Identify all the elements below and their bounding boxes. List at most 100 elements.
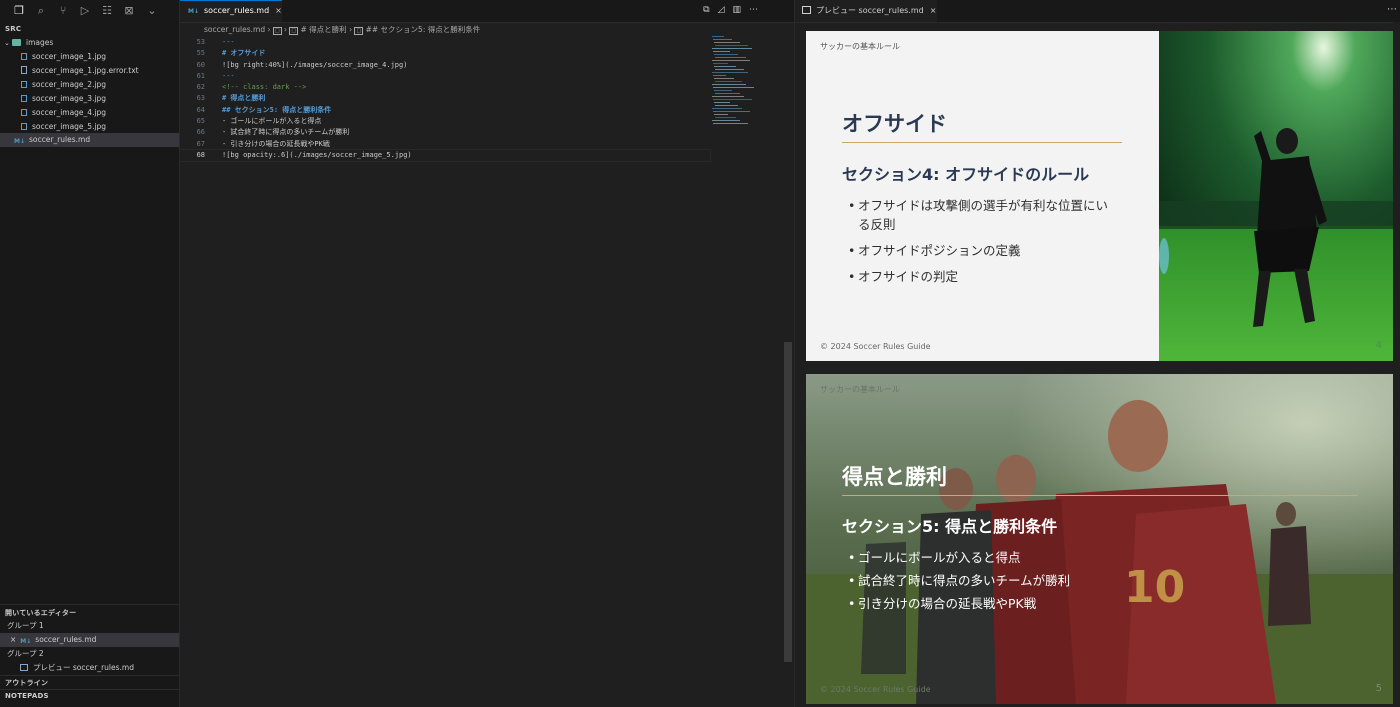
minimap-line [715, 69, 744, 70]
file-item[interactable]: soccer_image_5.jpg [0, 120, 179, 134]
slide-5[interactable]: 10 サッカーの基本ルール 得点と勝利 セクション5: 得点と勝利条件 ゴールに… [806, 374, 1394, 704]
preview-icon [20, 664, 28, 671]
breadcrumb-file[interactable]: soccer_rules.md [204, 25, 265, 34]
file-item[interactable]: soccer_image_1.jpg [0, 50, 179, 64]
slide-title: 得点と勝利 [842, 465, 947, 489]
split-editor-icon[interactable]: ▥ [732, 5, 749, 15]
code-line[interactable]: 67 - 引き分けの場合の延長戦やPK戦 [180, 139, 710, 150]
minimap-line [712, 72, 748, 73]
bullet-item: ゴールにボールが入ると得点 [848, 548, 1258, 567]
bullet-item: オフサイドポジションの定義 [848, 241, 1120, 260]
code-lines[interactable]: 53 --- 55 # オフサイド 60 ![bg right:40%](./images… [179, 37, 711, 163]
file-item[interactable]: soccer_image_3.jpg [0, 92, 179, 106]
notepads-title[interactable]: NOTEPADS [5, 692, 49, 700]
minimap-line [713, 99, 752, 100]
source-control-icon[interactable]: ⑂ [56, 4, 70, 18]
line-text: - 試合終了時に得点の多いチームが勝利 [222, 128, 350, 137]
chevron-down-icon: ⌄ [4, 39, 10, 47]
code-line[interactable]: 60 ![bg right:40%](./images/soccer_image_… [180, 60, 710, 71]
minimap-line [713, 123, 748, 124]
line-text: ![bg opacity:.6](./images/soccer_image_5… [222, 150, 412, 159]
code-editor: M↓ soccer_rules.md × ⧉◿▥⋯ soccer_rules.md … [179, 0, 794, 707]
tab-label: soccer_rules.md [204, 6, 270, 15]
file-label: soccer_image_3.jpg [32, 94, 107, 103]
outline-divider [0, 675, 179, 676]
code-line[interactable]: 66 - 試合終了時に得点の多いチームが勝利 [180, 127, 710, 138]
close-icon[interactable]: × [930, 6, 937, 15]
line-number: 55 [196, 49, 205, 58]
code-line[interactable]: 68 ![bg opacity:.6](./images/soccer_image… [179, 148, 711, 163]
editor-scrollbar[interactable] [784, 342, 792, 662]
preview-scrollbar-track[interactable] [1393, 22, 1400, 707]
line-number: 60 [196, 60, 205, 69]
close-icon[interactable]: × [10, 635, 16, 644]
file-item-selected[interactable]: M↓ soccer_rules.md [0, 133, 179, 147]
breadcrumb-h2[interactable]: ## セクション5: 得点と勝利条件 [366, 25, 481, 34]
file-item[interactable]: soccer_image_4.jpg [0, 106, 179, 120]
folder-images[interactable]: ⌄ images [0, 36, 179, 50]
section-icon: □ [354, 27, 364, 35]
code-line[interactable]: 61 --- [180, 71, 710, 82]
remote-icon[interactable]: ⊠ [122, 4, 136, 18]
minimap-line [715, 45, 748, 46]
code-line[interactable]: 64 ## セクション5: 得点と勝利条件 [180, 105, 710, 116]
editor-tab-bar: M↓ soccer_rules.md × ⧉◿▥⋯ [180, 0, 794, 23]
code-line[interactable]: 65 - ゴールにボールが入ると得点 [180, 116, 710, 127]
breadcrumb-h1[interactable]: # 得点と勝利 [301, 25, 347, 34]
minimap-line [713, 75, 726, 76]
minimap-line [714, 66, 736, 67]
text-file-icon [21, 66, 27, 74]
code-line[interactable]: 55 # オフサイド [180, 48, 710, 59]
line-number: 65 [196, 117, 205, 126]
line-text: ## セクション5: 得点と勝利条件 [222, 105, 332, 114]
line-text: # オフサイド [222, 49, 266, 58]
tab-soccer-rules[interactable]: M↓ soccer_rules.md × [180, 0, 282, 22]
code-line[interactable]: 63 # 得点と勝利 [180, 93, 710, 104]
close-icon[interactable]: × [275, 6, 282, 15]
file-label: soccer_image_2.jpg [32, 80, 107, 89]
open-editor-item[interactable]: × M↓ soccer_rules.md [0, 633, 179, 647]
editor-group-1[interactable]: グループ 1 [0, 619, 179, 633]
minimap[interactable] [712, 36, 760, 126]
file-item[interactable]: soccer_image_1.jpg.error.txt [0, 64, 179, 78]
explorer-icon[interactable]: ❐ [12, 4, 26, 18]
search-icon[interactable]: ⌕ [34, 4, 48, 18]
file-item[interactable]: soccer_image_2.jpg [0, 78, 179, 92]
outline-title[interactable]: アウトライン [5, 678, 48, 688]
minimap-line [712, 108, 742, 109]
tab-label: プレビュー soccer_rules.md [816, 6, 924, 15]
more-views-chevron-down-icon[interactable]: ⌄ [145, 4, 159, 18]
editor-group-2[interactable]: グループ 2 [0, 647, 179, 661]
line-number: 64 [196, 105, 205, 114]
image-file-icon [21, 53, 27, 60]
title-divider [842, 142, 1122, 143]
extensions-icon[interactable]: ☷ [100, 4, 114, 18]
explorer-section-title[interactable]: SRC [5, 25, 21, 33]
code-line[interactable]: 53 --- [180, 37, 710, 48]
slide-subtitle: セクション4: オフサイドのルール [842, 165, 1090, 184]
open-preview-icon[interactable]: ⧉ [703, 5, 717, 15]
slide-page-number: 5 [1375, 683, 1382, 694]
run-debug-icon[interactable]: ▷ [78, 4, 92, 18]
line-text: - 引き分けの場合の延長戦やPK戦 [222, 139, 330, 148]
more-actions-icon[interactable]: ⋯ [749, 5, 766, 15]
notepads-divider [0, 689, 179, 690]
minimap-line [715, 81, 742, 82]
open-editor-item[interactable]: プレビュー soccer_rules.md [0, 661, 179, 675]
folder-icon [12, 39, 21, 46]
tab-preview[interactable]: プレビュー soccer_rules.md × [795, 0, 937, 22]
open-editors-title[interactable]: 開いているエディター [5, 608, 76, 618]
code-line[interactable]: 62 <!-- class: dark --> [180, 82, 710, 93]
slide-4[interactable]: サッカーの基本ルール オフサイド セクション4: オフサイドのルール オフサイド… [806, 31, 1394, 361]
line-number: 68 [196, 150, 205, 159]
preview-icon [802, 6, 811, 14]
file-label: soccer_image_5.jpg [32, 122, 107, 131]
line-number: 53 [196, 38, 205, 46]
preview-side-icon[interactable]: ◿ [718, 5, 733, 15]
slide-footer: © 2024 Soccer Rules Guide [820, 685, 931, 694]
slide-page-number: 4 [1375, 340, 1382, 351]
minimap-line [715, 105, 738, 106]
file-label: soccer_image_1.jpg.error.txt [32, 66, 139, 75]
line-number: 62 [196, 83, 205, 92]
more-actions-icon[interactable]: ⋯ [1387, 4, 1397, 15]
